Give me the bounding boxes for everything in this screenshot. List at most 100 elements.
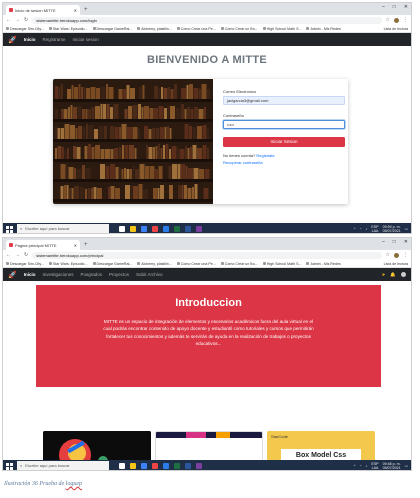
reload-icon[interactable]: ↻: [24, 17, 28, 23]
taskbar-search-input[interactable]: ⌕ Escribe aquí para buscar: [17, 461, 109, 470]
menu-icon[interactable]: ⋮: [403, 17, 408, 23]
url-input[interactable]: sistemamitte.herokuapp.com/login: [32, 16, 382, 24]
chevron-up-icon[interactable]: ^: [354, 464, 356, 468]
word-icon[interactable]: [185, 226, 191, 232]
register-link[interactable]: Registrate: [256, 153, 274, 158]
wifi-icon[interactable]: ◔: [359, 464, 361, 468]
bookmark-item[interactable]: Alchemy, plastilin...: [137, 27, 172, 31]
notification-icon[interactable]: ▭: [405, 464, 408, 468]
book: [115, 188, 120, 199]
bookmark-item[interactable]: High School Math S...: [262, 262, 301, 266]
close-tab-icon[interactable]: ✕: [74, 243, 77, 248]
rocket-logo-icon[interactable]: 🚀: [8, 271, 17, 279]
send-icon[interactable]: ➤: [382, 272, 386, 278]
bookmark-item[interactable]: Cómo Crear un Bo...: [220, 262, 258, 266]
windows-start-icon[interactable]: [6, 462, 13, 470]
taskbar-search-input[interactable]: ⌕ Escribe aquí para buscar: [17, 224, 109, 233]
clock[interactable]: 09:59 p. m. 05/07/2021: [383, 225, 401, 233]
minimize-icon[interactable]: –: [382, 4, 385, 10]
vscode-icon[interactable]: [163, 463, 169, 469]
bookmark-item[interactable]: Descargar Sim-City...: [6, 27, 44, 31]
browser-tab[interactable]: Pagina principal MITTE ✕: [6, 240, 80, 250]
forward-icon[interactable]: →: [15, 252, 20, 258]
minimize-icon[interactable]: –: [382, 239, 385, 245]
avatar[interactable]: [394, 17, 399, 23]
task-view-icon[interactable]: [119, 463, 125, 469]
bookmark-item[interactable]: Cómo Crear un Bo...: [220, 27, 258, 31]
rocket-logo-icon[interactable]: 🚀: [8, 36, 17, 44]
nav-inicio[interactable]: Inicio: [24, 272, 36, 277]
no-account-text: No tienes cuenta?: [223, 153, 256, 158]
reading-list[interactable]: Lista de lectura: [384, 262, 408, 266]
maximize-icon[interactable]: □: [393, 4, 396, 10]
wifi-icon[interactable]: ◔: [359, 227, 361, 231]
browser-tab[interactable]: Inicio de sesion MITTE ✕: [6, 5, 80, 15]
bookmark-item[interactable]: Descargar Sim-City...: [6, 262, 44, 266]
task-view-icon[interactable]: [119, 226, 125, 232]
chevron-up-icon[interactable]: ^: [354, 227, 356, 231]
nav-iniciar-sesion[interactable]: Iniciar sesion: [73, 37, 99, 42]
maximize-icon[interactable]: □: [393, 239, 396, 245]
bookmark-item[interactable]: High School Math S...: [262, 27, 301, 31]
bookmark-item[interactable]: Star Wars: Episodio...: [48, 27, 88, 31]
vscode-icon[interactable]: [163, 226, 169, 232]
bookmark-item[interactable]: Alchemy, plastilin...: [137, 262, 172, 266]
nav-inicio[interactable]: Inicio: [24, 37, 36, 42]
bookmark-item[interactable]: Descargar GameRai...: [92, 27, 132, 31]
nav-posgrados[interactable]: Posgrados: [81, 272, 103, 277]
volume-icon[interactable]: ♪: [366, 227, 368, 231]
edge-icon[interactable]: [141, 463, 147, 469]
bookmark-item[interactable]: Descargar GameRai...: [92, 262, 132, 266]
edge-icon[interactable]: [141, 226, 147, 232]
recover-password-link[interactable]: Recuperar contraseña: [223, 160, 345, 165]
new-tab-button[interactable]: +: [84, 5, 88, 15]
password-field[interactable]: •••••: [223, 120, 345, 129]
bookmark-item[interactable]: Admin - Mis Redes: [306, 262, 341, 266]
close-window-icon[interactable]: ✕: [404, 4, 408, 10]
file-explorer-icon[interactable]: [130, 226, 136, 232]
nav-investigaciones[interactable]: Investigaciones: [42, 272, 73, 277]
reload-icon[interactable]: ↻: [24, 252, 28, 258]
reading-list[interactable]: Lista de lectura: [384, 27, 408, 31]
bell-icon[interactable]: 🔔: [390, 272, 396, 278]
back-icon[interactable]: ←: [6, 252, 11, 258]
nav-registrarse[interactable]: Registrarse: [42, 37, 65, 42]
bookmark-item[interactable]: Cómo Crear una Pe...: [176, 27, 216, 31]
user-avatar[interactable]: [401, 271, 406, 277]
volume-icon[interactable]: ♪: [366, 464, 368, 468]
bookmark-item[interactable]: Star Wars: Episodio...: [48, 262, 88, 266]
chrome-icon[interactable]: [152, 463, 158, 469]
book: [68, 107, 70, 119]
book: [158, 166, 163, 179]
email-field[interactable]: jaclgarcia3@gmail.com: [223, 96, 345, 105]
avatar[interactable]: [394, 252, 399, 258]
bookmark-item[interactable]: Cómo Crear una Pe...: [176, 262, 216, 266]
login-button[interactable]: Iniciar Sesion: [223, 137, 345, 147]
app-icon[interactable]: [196, 226, 202, 232]
forward-icon[interactable]: →: [15, 17, 20, 23]
close-window-icon[interactable]: ✕: [404, 239, 408, 245]
language-indicator[interactable]: ESP LAA: [371, 225, 378, 233]
back-icon[interactable]: ←: [6, 17, 11, 23]
nav-subir-archivo[interactable]: Subir Archivo: [136, 272, 163, 277]
new-tab-button[interactable]: +: [84, 240, 88, 250]
menu-icon[interactable]: ⋮: [403, 252, 408, 258]
excel-icon[interactable]: [174, 463, 180, 469]
book: [67, 89, 71, 99]
close-tab-icon[interactable]: ✕: [74, 8, 77, 13]
star-icon[interactable]: ☆: [386, 17, 390, 23]
windows-start-icon[interactable]: [6, 225, 13, 233]
chrome-icon[interactable]: [152, 226, 158, 232]
book: [58, 108, 61, 119]
word-icon[interactable]: [185, 463, 191, 469]
nav-proyectos[interactable]: Proyectos: [109, 272, 129, 277]
bookmark-item[interactable]: Admin - Mis Redes: [306, 27, 341, 31]
notification-icon[interactable]: ▭: [405, 227, 408, 231]
file-explorer-icon[interactable]: [130, 463, 136, 469]
language-indicator[interactable]: ESP LAA: [371, 462, 378, 470]
clock[interactable]: 09:48 p. m. 05/07/2021: [383, 462, 401, 470]
star-icon[interactable]: ☆: [386, 252, 390, 258]
app-icon[interactable]: [196, 463, 202, 469]
url-input[interactable]: sistemamitte.herokuapp.com/principal: [32, 251, 382, 259]
excel-icon[interactable]: [174, 226, 180, 232]
